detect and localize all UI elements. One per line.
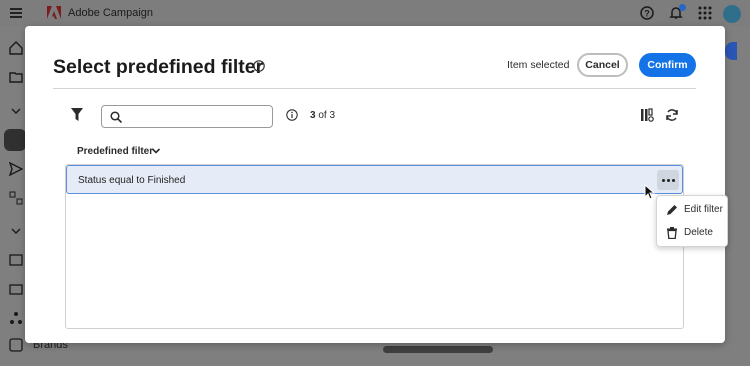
row-context-menu: Edit filter Delete <box>656 195 728 247</box>
audiences-icon[interactable] <box>9 253 23 267</box>
result-count-current: 3 <box>310 110 316 121</box>
select-predefined-filter-dialog: Select predefined filter ? Item selected… <box>25 26 725 343</box>
trash-icon <box>667 227 677 239</box>
chevron-down-icon[interactable] <box>9 224 23 238</box>
chevron-down-icon[interactable] <box>151 147 161 155</box>
adobe-logo-icon <box>47 6 61 19</box>
search-input[interactable] <box>128 108 268 126</box>
background-button <box>725 42 737 60</box>
svg-text:?: ? <box>644 9 650 19</box>
content-icon[interactable] <box>9 282 23 296</box>
filter-icon[interactable] <box>71 108 83 121</box>
result-count-total: of 3 <box>318 110 336 121</box>
row-label: Status equal to Finished <box>78 175 186 186</box>
campaigns-icon[interactable] <box>4 129 26 151</box>
menu-item-edit-filter[interactable]: Edit filter <box>657 199 729 221</box>
hamburger-menu-icon[interactable] <box>10 8 22 18</box>
notification-badge <box>679 4 686 11</box>
header-divider <box>53 88 696 89</box>
search-field[interactable] <box>101 105 273 128</box>
result-count: 3 of 3 <box>310 110 335 121</box>
send-icon[interactable] <box>9 162 23 176</box>
app-title: Adobe Campaign <box>68 7 154 19</box>
search-icon <box>110 111 122 123</box>
help-icon[interactable]: ? <box>253 60 265 72</box>
confirm-button[interactable]: Confirm <box>639 53 696 77</box>
hierarchy-icon[interactable] <box>9 311 23 325</box>
avatar[interactable] <box>723 5 741 23</box>
info-icon[interactable] <box>286 109 298 121</box>
dialog-title: Select predefined filter <box>53 56 264 78</box>
selection-status: Item selected <box>507 59 570 71</box>
menu-item-label: Delete <box>684 227 713 238</box>
menu-item-label: Edit filter <box>684 204 723 215</box>
pencil-icon <box>667 205 677 215</box>
brands-icon[interactable] <box>9 338 23 352</box>
more-actions-button[interactable] <box>657 170 679 190</box>
column-settings-icon[interactable] <box>640 108 654 122</box>
mouse-cursor-icon <box>644 184 656 200</box>
horizontal-scrollbar[interactable] <box>383 346 493 353</box>
menu-item-delete[interactable]: Delete <box>657 222 729 244</box>
column-header-predefined-filter[interactable]: Predefined filter <box>77 146 153 157</box>
chevron-down-icon[interactable] <box>9 104 23 118</box>
cancel-button[interactable]: Cancel <box>577 53 628 77</box>
explorer-icon[interactable] <box>9 70 23 84</box>
filter-list: Status equal to Finished <box>65 164 684 329</box>
help-icon[interactable]: ? <box>640 6 654 20</box>
svg-text:?: ? <box>257 62 262 71</box>
workflow-icon[interactable] <box>9 191 23 205</box>
home-icon[interactable] <box>9 41 23 55</box>
app-header: Adobe Campaign ? <box>0 0 750 26</box>
refresh-icon[interactable] <box>665 108 679 122</box>
table-row[interactable]: Status equal to Finished <box>66 165 683 194</box>
apps-grid-icon[interactable] <box>698 6 712 20</box>
